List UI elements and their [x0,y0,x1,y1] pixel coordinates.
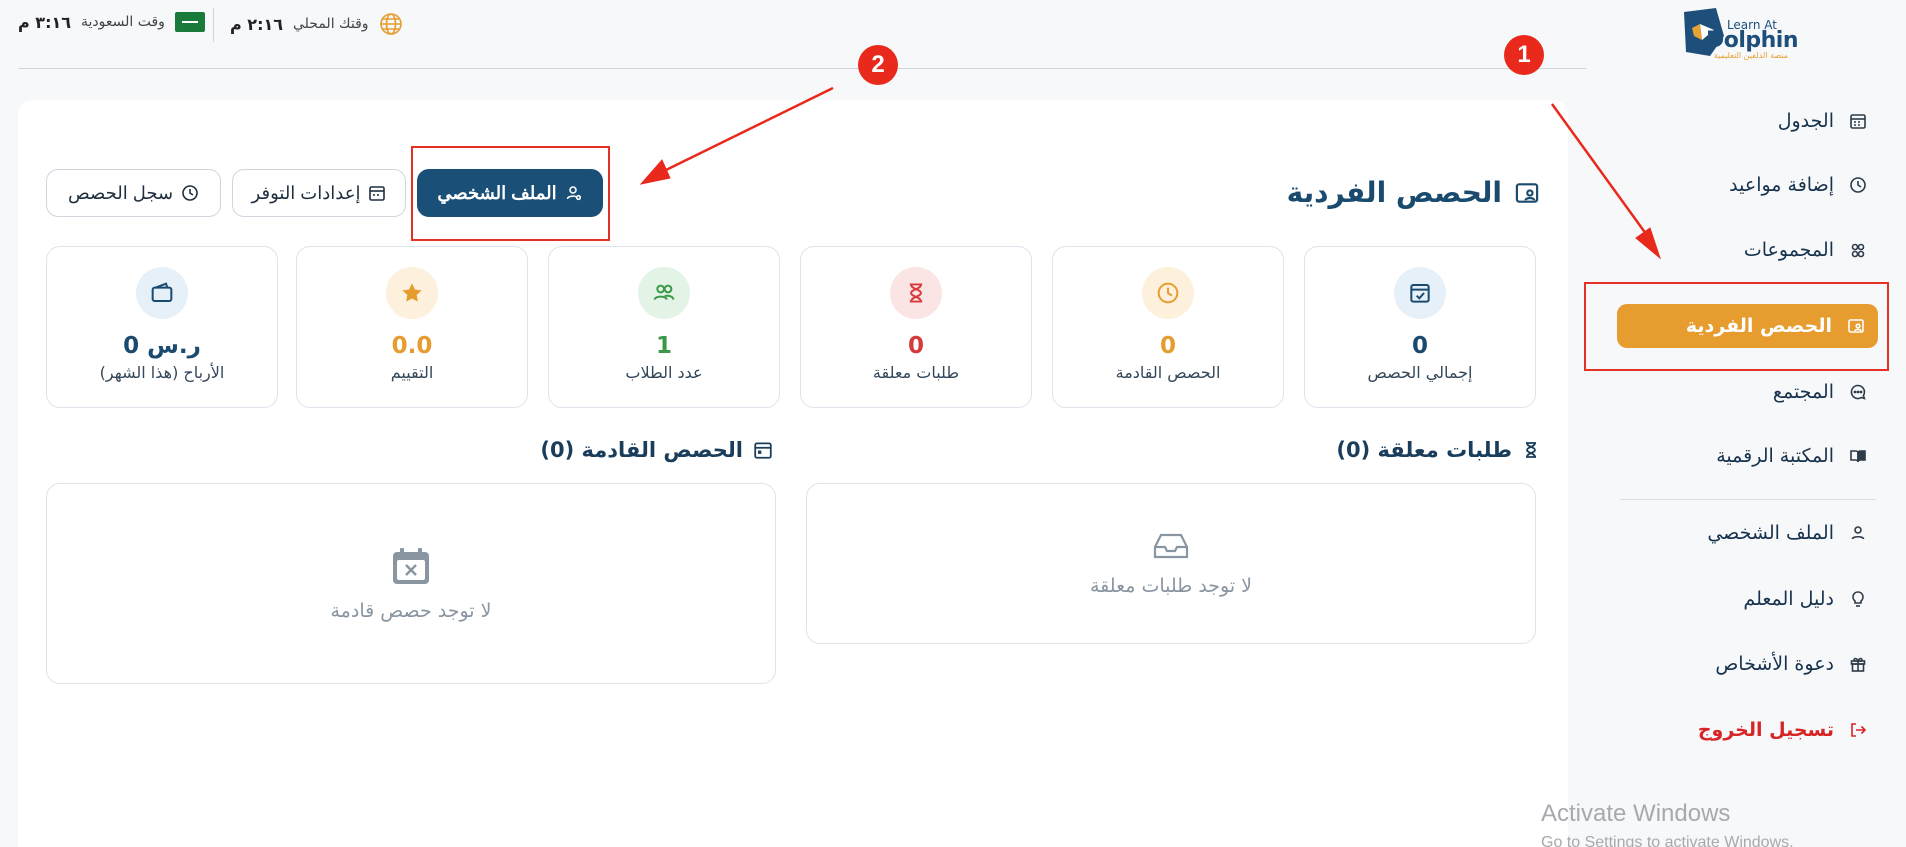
sidebar-divider [1620,499,1876,500]
stat-value: 0 [1159,333,1176,359]
saudi-time-value: ٣:١٦ م [18,12,71,32]
sidebar-item-label: المكتبة الرقمية [1716,445,1834,467]
local-time-value: ٢:١٦ م [230,14,283,34]
annotation-highlight-2 [411,146,610,241]
sidebar-item-digital-library[interactable]: المكتبة الرقمية [1620,434,1880,478]
upcoming-empty-text: لا توجد حصص قادمة [330,599,492,622]
local-time-label: وقتك المحلي [293,16,369,32]
history-button-label: سجل الحصص [67,182,174,203]
sidebar-item-invite-people[interactable]: دعوة الأشخاص [1620,642,1880,686]
sidebar-item-logout[interactable]: تسجيل الخروج [1620,708,1880,752]
person-board-icon [1514,180,1540,206]
stat-value: 0.0 [391,333,433,359]
stat-label: الأرباح (هذا الشهر) [99,363,225,382]
pending-requests-title: طلبات معلقة (0) [1336,438,1540,462]
page-title: الحصص الفردية [1287,176,1540,209]
stat-label: الحصص القادمة [1115,363,1221,382]
saudi-time-label: وقت السعودية [81,14,165,30]
stat-card-rating: 0.0 التقييم [296,246,528,408]
sidebar-item-label: الجدول [1777,110,1834,132]
stat-label: التقييم [390,363,434,382]
clock-icon [1848,175,1868,195]
pending-requests-panel: لا توجد طلبات معلقة [806,483,1536,644]
sidebar-item-label: دليل المعلم [1743,588,1834,610]
sidebar-item-teacher-guide[interactable]: دليل المعلم [1620,577,1880,621]
stat-value: 1 [655,333,672,359]
sidebar-item-schedule[interactable]: الجدول [1620,99,1880,143]
stat-value: 0 [907,333,924,359]
chat-icon [1848,382,1868,402]
calendar-grid-icon [1848,111,1868,131]
topbar-separator [213,8,214,42]
sidebar-item-label: المجتمع [1772,381,1834,403]
calendar-x-icon [391,546,431,586]
stat-card-earnings: 0 ر.س الأرباح (هذا الشهر) [46,246,278,408]
local-time-group: وقتك المحلي ٢:١٦ م [230,12,403,36]
sidebar-item-community[interactable]: المجتمع [1620,370,1880,414]
users-icon [638,267,690,319]
sidebar-item-groups[interactable]: المجموعات [1620,228,1880,272]
brand-line2: Dolphin [1705,28,1799,53]
upcoming-sessions-title: الحصص القادمة (0) [540,438,773,462]
brand-tagline: منصة الدلفين التعليمية [1713,51,1788,60]
stat-card-total-sessions: 0 إجمالي الحصص [1304,246,1536,408]
annotation-badge-2: 2 [858,45,898,85]
sidebar: Learn At Dolphin منصة الدلفين التعليمية … [1568,0,1906,847]
upcoming-sessions-panel: لا توجد حصص قادمة [46,483,776,684]
star-icon [386,267,438,319]
sidebar-item-add-appointments[interactable]: إضافة مواعيد [1620,163,1880,207]
main-content: الحصص الفردية الملف الشخصي إعدادات التوف… [18,100,1568,847]
pending-empty-text: لا توجد طلبات معلقة [1089,574,1253,597]
stat-card-pending-requests: 0 طلبات معلقة [800,246,1032,408]
gift-icon [1848,654,1868,674]
saudi-flag-icon [174,12,205,32]
book-icon [1848,446,1868,466]
stat-value: 0 [1411,333,1428,359]
logout-icon [1848,720,1868,740]
calendar-icon [753,440,773,460]
sidebar-item-label: المجموعات [1743,239,1834,261]
user-icon [1848,523,1868,543]
page-title-text: الحصص الفردية [1286,176,1502,209]
upcoming-title-text: الحصص القادمة (0) [540,438,743,462]
sidebar-item-label: الملف الشخصي [1707,522,1834,544]
globe-icon [379,12,403,36]
clock-icon [1142,267,1194,319]
pending-title-text: طلبات معلقة (0) [1336,438,1512,462]
stat-label: طلبات معلقة [872,363,960,382]
sidebar-item-label: تسجيل الخروج [1697,719,1834,741]
watermark-line2: Go to Settings to activate Windows. [1541,834,1794,847]
windows-activation-watermark: Activate Windows Go to Settings to activ… [1541,800,1794,847]
calendar-settings-icon [368,184,386,202]
hourglass-icon [890,267,942,319]
sidebar-item-profile[interactable]: الملف الشخصي [1620,511,1880,555]
topbar: وقت السعودية ٣:١٦ م وقتك المحلي ٢:١٦ م [18,0,1586,69]
session-history-button[interactable]: سجل الحصص [46,169,221,217]
saudi-time-group: وقت السعودية ٣:١٦ م [18,12,205,32]
inbox-icon [1151,531,1191,561]
annotation-highlight-1 [1584,282,1889,371]
sidebar-item-label: دعوة الأشخاص [1715,653,1834,675]
wallet-icon [136,267,188,319]
stat-label: إجمالي الحصص [1367,363,1473,382]
hourglass-icon [1522,440,1540,460]
stat-card-student-count: 1 عدد الطلاب [548,246,780,408]
annotation-badge-1: 1 [1504,35,1544,75]
calendar-check-icon [1394,267,1446,319]
brand-logo[interactable]: Learn At Dolphin منصة الدلفين التعليمية [1680,6,1810,60]
stat-label: عدد الطلاب [625,363,703,382]
history-clock-icon [181,184,199,202]
availability-button-label: إعدادات التوفر [251,182,361,203]
availability-settings-button[interactable]: إعدادات التوفر [232,169,406,217]
sidebar-item-label: إضافة مواعيد [1729,174,1834,196]
stat-card-upcoming-sessions: 0 الحصص القادمة [1052,246,1284,408]
watermark-line1: Activate Windows [1541,800,1731,827]
group-icon [1848,240,1868,260]
stat-value: 0 ر.س [123,333,201,359]
lightbulb-icon [1848,589,1868,609]
